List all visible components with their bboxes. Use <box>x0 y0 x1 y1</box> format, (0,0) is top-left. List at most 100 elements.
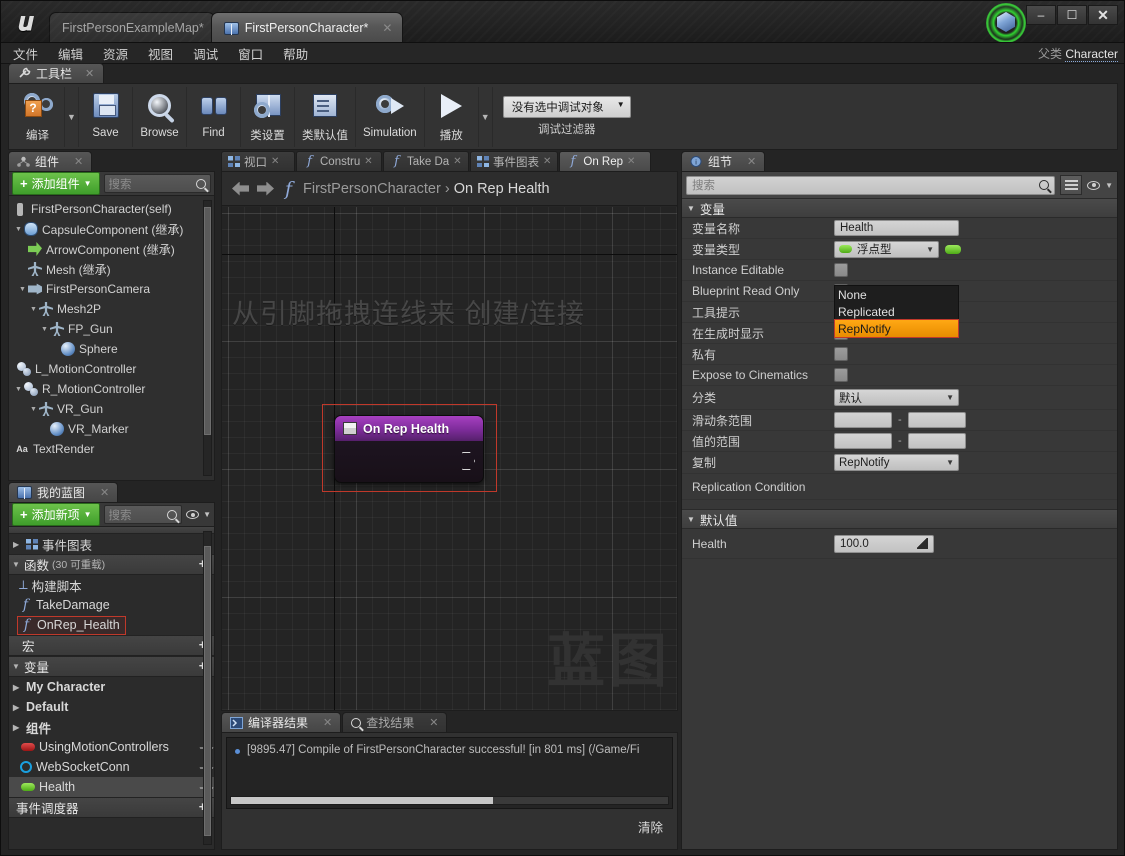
toolbar-compile-button[interactable]: ? 编译 <box>11 86 65 147</box>
toolbar-class-settings-button[interactable]: 类设置 <box>241 86 295 147</box>
dropdown-option-none[interactable]: None <box>835 286 958 303</box>
menu-assets[interactable]: 资源 <box>103 44 128 63</box>
chevron-down-icon[interactable]: ▼ <box>12 560 21 569</box>
list-item[interactable]: ▼ FirstPersonCamera <box>9 279 214 299</box>
chevron-down-icon[interactable]: ▼ <box>13 226 24 233</box>
scrollbar-thumb[interactable] <box>231 797 494 804</box>
section-functions[interactable]: ▼ 函数 (30 可重载) + <box>9 554 214 575</box>
close-icon[interactable]: ✕ <box>627 156 635 167</box>
components-scrollbar[interactable] <box>203 200 212 476</box>
my-blueprint-search-input[interactable]: 搜索 <box>103 505 183 524</box>
list-item[interactable]: UsingMotionControllers <box>9 737 214 757</box>
section-variables[interactable]: ▼ 变量 + <box>9 656 214 677</box>
list-item[interactable]: ⟂ 构建脚本 <box>9 575 214 595</box>
exec-output-pin[interactable] <box>462 452 475 470</box>
my-blueprint-scrollbar[interactable] <box>203 531 212 845</box>
chevron-right-icon[interactable]: ▶ <box>13 683 22 692</box>
menu-debug[interactable]: 调试 <box>193 44 218 63</box>
dropdown-option-repnotify[interactable]: RepNotify <box>834 319 959 338</box>
tab-compiler-results[interactable]: 编译器结果 ✕ <box>221 712 342 732</box>
chevron-right-icon[interactable]: ▶ <box>13 703 22 712</box>
private-checkbox[interactable] <box>834 347 848 361</box>
chevron-down-icon[interactable]: ▼ <box>687 515 695 524</box>
close-icon[interactable]: ✕ <box>85 67 94 80</box>
chevron-down-icon[interactable]: ▼ <box>28 406 39 413</box>
close-icon[interactable]: ✕ <box>429 716 438 729</box>
list-item[interactable]: f TakeDamage <box>9 595 214 615</box>
list-item[interactable]: Sphere <box>9 339 214 359</box>
tab-viewport[interactable]: 视口 ✕ <box>221 151 295 171</box>
list-item[interactable]: ▼ R_MotionController <box>9 379 214 399</box>
list-item[interactable]: ▶ 事件图表 <box>9 534 214 554</box>
list-item[interactable]: L_MotionController <box>9 359 214 379</box>
chevron-down-icon[interactable]: ▼ <box>12 662 21 671</box>
close-icon[interactable]: ✕ <box>323 716 332 729</box>
list-item[interactable]: ▼ CapsuleComponent (继承) <box>9 219 214 239</box>
tab-find-results[interactable]: 查找结果 ✕ <box>342 712 448 732</box>
back-arrow-icon[interactable] <box>232 181 249 196</box>
dropdown-option-replicated[interactable]: Replicated <box>835 303 958 320</box>
list-item[interactable]: FirstPersonCharacter(self) <box>9 199 214 219</box>
replication-select[interactable]: RepNotify ▼ <box>834 454 959 471</box>
close-icon[interactable]: ✕ <box>271 156 279 167</box>
list-item-onrep-health[interactable]: f OnRep_Health <box>9 615 214 635</box>
close-icon[interactable]: ✕ <box>747 155 756 168</box>
window-tab-character[interactable]: FirstPersonCharacter* ✕ <box>210 12 404 42</box>
parent-class-value[interactable]: Character <box>1065 47 1118 62</box>
variable-type-select[interactable]: 浮点型 ▼ <box>834 240 939 258</box>
expose-to-cinematics-checkbox[interactable] <box>834 368 848 382</box>
section-variable[interactable]: ▼ 变量 <box>682 198 1117 218</box>
section-default-value[interactable]: ▼ 默认值 <box>682 509 1117 529</box>
maximize-button[interactable]: ☐ <box>1057 5 1087 25</box>
clear-button[interactable]: 清除 <box>638 817 663 836</box>
toolbar-find-button[interactable]: Find <box>187 86 241 147</box>
tab-construction-script[interactable]: f Constru ✕ <box>296 151 382 171</box>
menu-edit[interactable]: 编辑 <box>58 44 83 63</box>
close-icon[interactable]: ✕ <box>543 156 551 167</box>
add-new-button[interactable]: + 添加新项 ▼ <box>12 503 100 526</box>
tab-toolbar[interactable]: 工具栏 ✕ <box>8 63 105 83</box>
chevron-down-icon[interactable]: ▼ <box>13 386 24 393</box>
list-item[interactable]: VR_Marker <box>9 419 214 439</box>
list-item[interactable]: [9895.47] Compile of FirstPersonCharacte… <box>235 744 664 756</box>
chevron-right-icon[interactable]: ▶ <box>13 540 22 549</box>
slider-range-max-input[interactable] <box>907 412 966 428</box>
toolbar-simulation-button[interactable]: Simulation <box>356 86 425 147</box>
category-select[interactable]: 默认 ▼ <box>834 389 959 406</box>
replication-dropdown-menu[interactable]: None Replicated RepNotify <box>834 285 959 338</box>
results-horizontal-scrollbar[interactable] <box>230 796 669 805</box>
slider-range-min-input[interactable] <box>834 412 892 428</box>
minimize-button[interactable]: – <box>1026 5 1056 25</box>
chevron-down-icon[interactable]: ▼ <box>39 326 50 333</box>
window-tab-map[interactable]: FirstPersonExampleMap* <box>49 12 215 42</box>
section-macros[interactable]: 宏 + <box>9 635 214 656</box>
tab-components[interactable]: 组件 ✕ <box>8 151 93 171</box>
chevron-down-icon[interactable]: ▼ <box>17 286 28 293</box>
blueprint-node-on-rep-health[interactable]: On Rep Health <box>334 415 484 483</box>
close-icon[interactable]: ✕ <box>100 486 109 499</box>
list-item[interactable]: ▶ Default <box>9 697 214 717</box>
tab-event-graph[interactable]: 事件图表 ✕ <box>470 151 559 171</box>
list-item-health[interactable]: Health <box>9 777 214 797</box>
toolbar-browse-button[interactable]: Browse <box>133 86 187 147</box>
chevron-down-icon[interactable]: ▼ <box>203 510 211 519</box>
default-health-input[interactable]: 100.0 <box>834 534 934 553</box>
play-options-caret[interactable]: ▼ <box>479 86 493 147</box>
chevron-down-icon[interactable]: ▼ <box>1105 181 1113 190</box>
menu-help[interactable]: 帮助 <box>283 44 308 63</box>
value-range-max-input[interactable] <box>907 433 966 449</box>
chevron-right-icon[interactable]: ▶ <box>13 723 22 732</box>
menu-window[interactable]: 窗口 <box>238 44 263 63</box>
list-item[interactable]: Mesh (继承) <box>9 259 214 279</box>
scrollbar-thumb[interactable] <box>204 207 211 435</box>
menu-file[interactable]: 文件 <box>13 44 38 63</box>
list-item[interactable]: ArrowComponent (继承) <box>9 239 214 259</box>
toolbar-play-button[interactable]: 播放 <box>425 86 479 147</box>
chevron-down-icon[interactable]: ▼ <box>687 204 695 213</box>
close-icon[interactable]: ✕ <box>453 156 461 167</box>
eye-icon[interactable] <box>186 510 200 519</box>
graph-canvas[interactable]: 从引脚拖拽连线来 创建/连接 蓝图 On Rep Health <box>222 207 677 710</box>
list-item[interactable]: ▼ FP_Gun <box>9 319 214 339</box>
tab-on-rep-health[interactable]: f On Rep ✕ <box>559 151 652 171</box>
menu-view[interactable]: 视图 <box>148 44 173 63</box>
